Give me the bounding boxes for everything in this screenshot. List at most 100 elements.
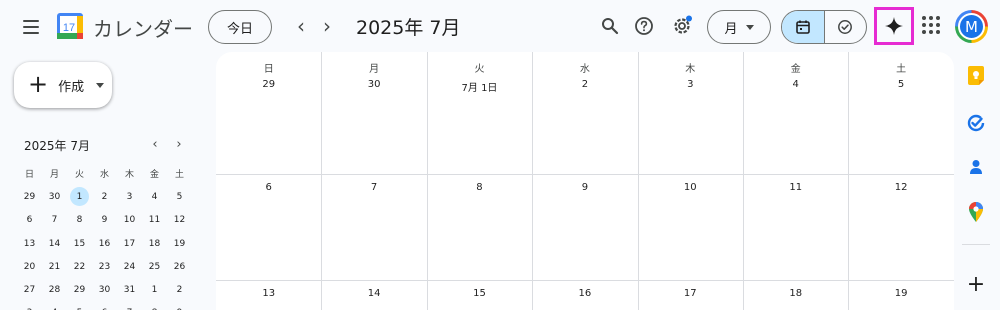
day-number[interactable]: 17 <box>638 288 743 299</box>
mini-day[interactable]: 3 <box>117 185 142 208</box>
mini-day[interactable]: 21 <box>42 255 67 278</box>
day-number[interactable]: 11 <box>743 182 848 193</box>
mini-day[interactable]: 12 <box>167 209 192 232</box>
calendar-view-button[interactable] <box>782 11 825 43</box>
mini-day[interactable]: 1 <box>142 278 167 301</box>
mini-day[interactable]: 11 <box>142 209 167 232</box>
view-selector[interactable]: 月 <box>707 10 771 44</box>
mini-day[interactable]: 20 <box>17 255 42 278</box>
mini-chevron-left-icon[interactable]: ‹ <box>148 136 162 152</box>
day-cell[interactable]: 17 <box>638 280 743 299</box>
mini-day[interactable]: 9 <box>167 302 192 310</box>
calendar-logo-icon[interactable]: 17 <box>57 13 83 39</box>
day-cell[interactable]: 18 <box>743 280 848 299</box>
mini-day[interactable]: 10 <box>117 209 142 232</box>
day-cell[interactable]: 水 2 <box>532 52 637 90</box>
mini-day[interactable]: 17 <box>117 232 142 255</box>
day-number[interactable]: 15 <box>427 288 532 299</box>
day-number[interactable]: 3 <box>638 79 743 90</box>
mini-day[interactable]: 9 <box>92 209 117 232</box>
mini-day[interactable]: 30 <box>92 278 117 301</box>
maps-icon[interactable] <box>964 200 988 224</box>
avatar[interactable]: M <box>955 10 988 43</box>
day-cell[interactable]: 13 <box>216 280 321 299</box>
mini-day[interactable]: 15 <box>67 232 92 255</box>
mini-day[interactable]: 7 <box>42 209 67 232</box>
day-number[interactable]: 14 <box>321 288 426 299</box>
mini-day[interactable]: 19 <box>167 232 192 255</box>
day-cell[interactable]: 11 <box>743 174 848 193</box>
mini-day[interactable]: 26 <box>167 255 192 278</box>
chevron-right-icon[interactable]: › <box>316 14 338 38</box>
mini-day[interactable]: 8 <box>142 302 167 310</box>
day-cell[interactable]: 7 <box>321 174 426 193</box>
mini-day[interactable]: 4 <box>42 302 67 310</box>
day-number[interactable]: 7月 1日 <box>427 79 532 94</box>
day-number[interactable]: 7 <box>321 182 426 193</box>
day-cell[interactable]: 12 <box>848 174 953 193</box>
mini-day[interactable]: 5 <box>167 185 192 208</box>
day-number[interactable]: 19 <box>848 288 953 299</box>
day-number[interactable]: 13 <box>216 288 321 299</box>
day-number[interactable]: 16 <box>532 288 637 299</box>
mini-day[interactable]: 28 <box>42 278 67 301</box>
day-cell[interactable]: 8 <box>427 174 532 193</box>
day-cell[interactable]: 19 <box>848 280 953 299</box>
chevron-left-icon[interactable]: ‹ <box>290 14 312 38</box>
search-icon[interactable] <box>598 14 622 38</box>
day-cell[interactable]: 土 5 <box>848 52 953 90</box>
create-button[interactable]: + 作成 <box>14 62 112 108</box>
day-cell[interactable]: 16 <box>532 280 637 299</box>
day-cell[interactable]: 6 <box>216 174 321 193</box>
mini-day-selected[interactable]: 1 <box>70 187 89 207</box>
mini-day[interactable]: 6 <box>17 209 42 232</box>
mini-day[interactable]: 2 <box>167 278 192 301</box>
day-number[interactable]: 12 <box>848 182 953 193</box>
tasks-view-button[interactable] <box>825 11 867 43</box>
day-cell[interactable]: 火 7月 1日 <box>427 52 532 94</box>
day-number[interactable]: 10 <box>638 182 743 193</box>
mini-day[interactable]: 7 <box>117 302 142 310</box>
contacts-icon[interactable] <box>964 155 988 179</box>
day-number[interactable]: 18 <box>743 288 848 299</box>
day-cell[interactable]: 日 29 <box>216 52 321 90</box>
gemini-button[interactable] <box>874 7 914 45</box>
mini-day[interactable]: 3 <box>17 302 42 310</box>
mini-day[interactable]: 2 <box>92 185 117 208</box>
mini-day[interactable]: 31 <box>117 278 142 301</box>
day-cell[interactable]: 木 3 <box>638 52 743 90</box>
day-number[interactable]: 29 <box>216 79 321 90</box>
mini-day[interactable]: 29 <box>67 278 92 301</box>
today-button[interactable]: 今日 <box>208 10 272 44</box>
apps-grid-icon[interactable] <box>922 16 942 36</box>
mini-day[interactable]: 16 <box>92 232 117 255</box>
tasks-icon[interactable] <box>964 111 988 135</box>
day-number[interactable]: 2 <box>532 79 637 90</box>
day-cell[interactable]: 15 <box>427 280 532 299</box>
mini-day[interactable]: 18 <box>142 232 167 255</box>
mini-day[interactable]: 30 <box>42 185 67 208</box>
day-cell[interactable]: 10 <box>638 174 743 193</box>
day-number[interactable]: 8 <box>427 182 532 193</box>
mini-day[interactable]: 5 <box>67 302 92 310</box>
menu-icon[interactable] <box>18 14 44 40</box>
day-cell[interactable]: 9 <box>532 174 637 193</box>
day-cell[interactable]: 金 4 <box>743 52 848 90</box>
day-number[interactable]: 5 <box>848 79 953 90</box>
day-number[interactable]: 6 <box>216 182 321 193</box>
mini-day[interactable]: 27 <box>17 278 42 301</box>
settings-icon[interactable] <box>670 14 694 38</box>
mini-chevron-right-icon[interactable]: › <box>172 136 186 152</box>
mini-day[interactable]: 22 <box>67 255 92 278</box>
day-number[interactable]: 30 <box>321 79 426 90</box>
mini-day[interactable]: 4 <box>142 185 167 208</box>
help-icon[interactable] <box>632 14 656 38</box>
keep-icon[interactable] <box>964 64 988 88</box>
mini-day[interactable]: 25 <box>142 255 167 278</box>
mini-day[interactable]: 23 <box>92 255 117 278</box>
day-number[interactable]: 4 <box>743 79 848 90</box>
mini-day[interactable]: 6 <box>92 302 117 310</box>
add-addon-button[interactable]: + <box>964 272 988 297</box>
mini-day[interactable]: 24 <box>117 255 142 278</box>
day-cell[interactable]: 月 30 <box>321 52 426 90</box>
